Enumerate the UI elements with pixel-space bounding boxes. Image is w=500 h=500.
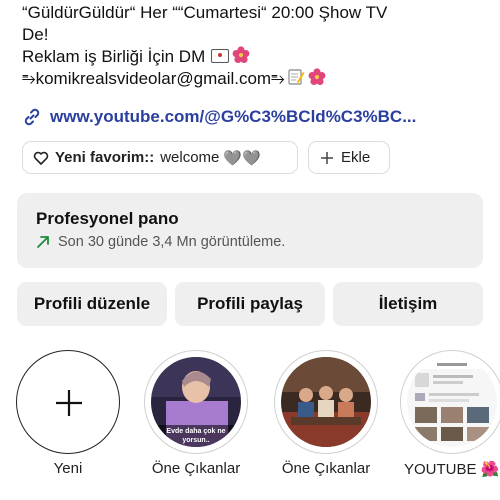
highlight-thumbnail	[407, 357, 497, 447]
flower-icon	[308, 68, 326, 85]
profile-link-text[interactable]: www.youtube.com/@G%C3%BCld%C3%BC...	[50, 107, 416, 127]
bio-email[interactable]: ⥱komikrealsvideolar@gmail.com⥱	[22, 69, 285, 88]
contact-button[interactable]: İletişim	[333, 282, 483, 326]
favorite-chip[interactable]: Yeni favorim:: welcome 🩶🩶	[22, 141, 298, 174]
favorite-value: welcome	[160, 149, 220, 166]
link-icon	[24, 108, 40, 126]
highlight-cover[interactable]	[400, 350, 500, 454]
flower-icon	[232, 46, 250, 63]
highlight-thumbnail	[281, 357, 371, 447]
dashboard-stats: Son 30 günde 3,4 Mn görüntüleme.	[36, 234, 464, 250]
highlight-item[interactable]: Öne Çıkanlar	[270, 350, 382, 477]
highlight-item[interactable]: YOUTUBE 🌺	[396, 350, 500, 478]
highlight-item[interactable]: Evde daha çok ne yorsun.. Öne Çıkanlar	[140, 350, 252, 477]
bio-line: De!	[22, 25, 49, 44]
highlight-new[interactable]: Yeni	[12, 350, 124, 477]
plus-icon	[321, 151, 333, 164]
edit-profile-button[interactable]: Profili düzenle	[17, 282, 167, 326]
svg-text:yorsun..: yorsun..	[182, 437, 209, 444]
bio-line: Reklam iş Birliği İçin DM	[22, 46, 492, 68]
dashboard-subtitle: Son 30 günde 3,4 Mn görüntüleme.	[58, 234, 286, 250]
add-chip-button[interactable]: Ekle	[308, 141, 390, 174]
bio-line: ⥱komikrealsvideolar@gmail.com⥱	[22, 68, 492, 90]
dashboard-title: Profesyonel pano	[36, 209, 179, 228]
bio-text: Reklam iş Birliği İçin DM	[22, 47, 206, 66]
highlight-label: Öne Çıkanlar	[151, 460, 241, 477]
favorite-label: Yeni favorim::	[55, 149, 155, 166]
highlight-cover[interactable]	[274, 350, 378, 454]
highlight-label: Öne Çıkanlar	[281, 460, 371, 477]
bio-line: “GüldürGüldür“ Her ““Cumartesi“ 20:00 Şh…	[22, 3, 388, 22]
add-chip-label: Ekle	[341, 149, 371, 166]
profile-link[interactable]: www.youtube.com/@G%C3%BCld%C3%BC...	[22, 107, 416, 127]
profile-bio: “GüldürGüldür“ Her ““Cumartesi“ 20:00 Şh…	[22, 2, 492, 90]
professional-dashboard[interactable]: Profesyonel pano Son 30 günde 3,4 Mn gör…	[17, 193, 483, 268]
highlight-label: Yeni	[53, 460, 83, 477]
highlight-thumbnail: Evde daha çok ne yorsun..	[151, 357, 241, 447]
highlight-label: YOUTUBE 🌺	[404, 461, 500, 478]
highlight-new-circle[interactable]	[16, 350, 120, 454]
envelope-icon	[211, 49, 230, 63]
trend-arrow-icon	[37, 236, 49, 248]
memo-icon	[288, 69, 305, 85]
svg-text:Evde daha çok ne: Evde daha çok ne	[166, 428, 225, 435]
heart-icon	[33, 151, 49, 165]
highlight-cover[interactable]: Evde daha çok ne yorsun..	[144, 350, 248, 454]
share-profile-button[interactable]: Profili paylaş	[175, 282, 325, 326]
gray-hearts: 🩶🩶	[223, 149, 261, 167]
plus-icon	[56, 390, 82, 416]
